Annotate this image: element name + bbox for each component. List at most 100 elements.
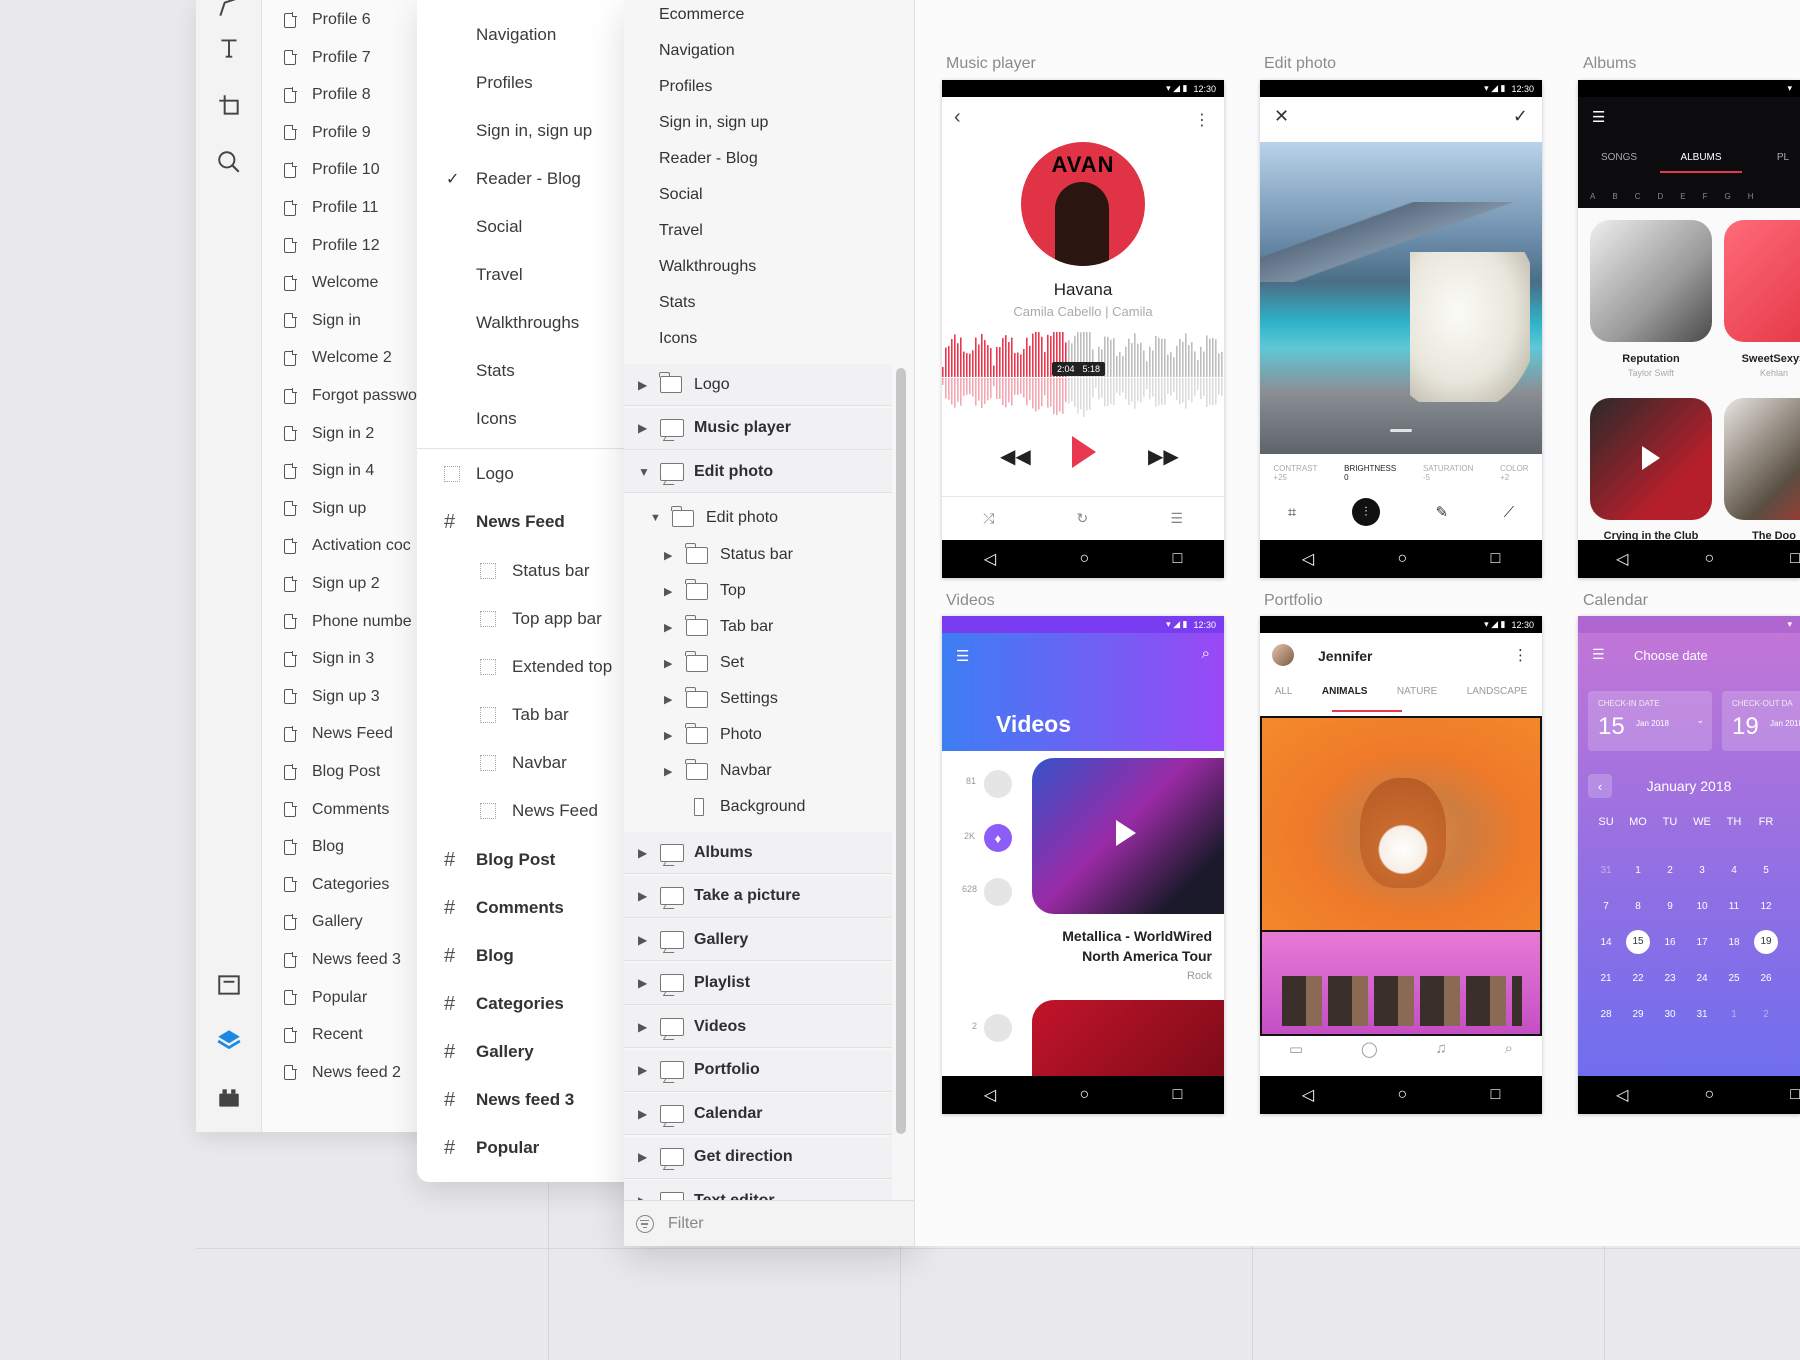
- page-list-item[interactable]: Activation coc: [284, 531, 411, 561]
- layer-group[interactable]: ▼ Edit photo: [624, 451, 892, 493]
- expand-icon[interactable]: ▶: [664, 585, 686, 598]
- adjust-tab[interactable]: BRIGHTNESS 0: [1344, 464, 1396, 482]
- calendar-day[interactable]: 9: [1654, 901, 1686, 912]
- artboard-item[interactable]: # Popular: [444, 1130, 539, 1166]
- nav-back-icon[interactable]: ◁: [1302, 549, 1314, 569]
- expand-icon[interactable]: ▶: [664, 693, 686, 706]
- letter-index-item[interactable]: F: [1703, 192, 1708, 201]
- calendar-day[interactable]: 18: [1718, 937, 1750, 948]
- layer-child[interactable]: ▶ Status bar: [664, 537, 793, 573]
- artboard-child-layer[interactable]: Top app bar: [480, 601, 602, 637]
- artboard-item[interactable]: # Categories: [444, 986, 564, 1022]
- calendar-day[interactable]: 1: [1718, 1009, 1750, 1020]
- album-tab[interactable]: SONGS: [1578, 152, 1660, 173]
- artboard-item[interactable]: # Comments: [444, 890, 564, 926]
- shuffle-icon[interactable]: ⤮: [983, 510, 994, 527]
- search-icon[interactable]: ⌕: [1505, 1040, 1513, 1058]
- layer-group[interactable]: ▶ Albums: [624, 832, 892, 874]
- nav-back-icon[interactable]: ◁: [1302, 1085, 1314, 1105]
- layer-child[interactable]: Background: [664, 789, 805, 825]
- nav-home-icon[interactable]: ○: [1704, 550, 1714, 568]
- layer-group[interactable]: ▶ Music player: [624, 407, 892, 450]
- nav-home-icon[interactable]: ○: [1704, 1086, 1714, 1104]
- artboard-portfolio[interactable]: ▾ ◢ ▮ 12:30 Jennifer ⋮ ALL ANIMALS NATURE LA…: [1260, 616, 1542, 1114]
- rewind-icon[interactable]: ◀◀: [1000, 444, 1031, 469]
- expand-icon[interactable]: ▶: [664, 657, 686, 670]
- calendar-day[interactable]: 16: [1654, 937, 1686, 948]
- portfolio-tab[interactable]: ANIMALS: [1322, 686, 1368, 697]
- page-list-item[interactable]: Forgot passwo: [284, 381, 417, 411]
- artboard-tool-icon[interactable]: [214, 90, 244, 120]
- album-tab[interactable]: PL: [1742, 152, 1800, 173]
- page-list-item[interactable]: Phone numbe: [284, 607, 412, 637]
- category-item[interactable]: Icons: [476, 401, 517, 437]
- artboard-item[interactable]: # Gallery: [444, 1034, 534, 1070]
- like-icon[interactable]: ♦: [984, 824, 1012, 852]
- expand-icon[interactable]: ▶: [638, 889, 650, 903]
- page-list-item[interactable]: Blog: [284, 832, 344, 862]
- artboard-label-edit[interactable]: Edit photo: [1264, 55, 1336, 73]
- assets-panel-icon[interactable]: [214, 970, 244, 1000]
- calendar-day[interactable]: 23: [1654, 973, 1686, 984]
- calendar-day[interactable]: 11: [1718, 901, 1750, 912]
- page-list-item[interactable]: Profile 12: [284, 231, 380, 261]
- page-item[interactable]: Sign in, sign up: [659, 108, 768, 138]
- layer-group[interactable]: ▶ Calendar: [624, 1093, 892, 1135]
- collapse-icon[interactable]: ▼: [638, 465, 650, 479]
- calendar-day[interactable]: 31: [1590, 865, 1622, 876]
- layer-child[interactable]: ▶ Settings: [664, 681, 778, 717]
- adjust-tab[interactable]: CONTRAST +25: [1273, 464, 1317, 482]
- calendar-day[interactable]: 25: [1718, 973, 1750, 984]
- calendar-day[interactable]: 22: [1622, 973, 1654, 984]
- layer-child[interactable]: ▶ Navbar: [664, 753, 772, 789]
- nav-back-icon[interactable]: ◁: [984, 549, 996, 569]
- album-art-sweetsexy[interactable]: [1724, 220, 1800, 342]
- page-list-item[interactable]: Comments: [284, 795, 389, 825]
- letter-index-item[interactable]: A: [1590, 192, 1595, 201]
- checkout-card[interactable]: CHECK-OUT DA 19 Jan 2018: [1722, 691, 1800, 751]
- calendar-day[interactable]: 4: [1718, 865, 1750, 876]
- artboard-item[interactable]: # News feed 3: [444, 1082, 574, 1118]
- expand-icon[interactable]: ▶: [638, 933, 650, 947]
- page-item[interactable]: Travel: [659, 216, 703, 246]
- category-item[interactable]: Profiles: [476, 65, 533, 101]
- page-list-item[interactable]: Profile 10: [284, 155, 380, 185]
- calendar-day[interactable]: 14: [1590, 937, 1622, 948]
- category-item[interactable]: Navigation: [476, 17, 556, 53]
- nav-recent-icon[interactable]: □: [1491, 550, 1501, 568]
- nav-back-icon[interactable]: ◁: [1616, 549, 1628, 569]
- page-list-item[interactable]: Profile 11: [284, 193, 378, 223]
- photo-dogs[interactable]: [1260, 932, 1542, 1036]
- nav-home-icon[interactable]: ○: [1079, 550, 1089, 568]
- artboard-label-music[interactable]: Music player: [946, 55, 1036, 73]
- expand-icon[interactable]: ▶: [638, 378, 650, 392]
- artboard-label-portfolio[interactable]: Portfolio: [1264, 592, 1323, 610]
- layers-icon[interactable]: [214, 1025, 244, 1055]
- page-list-item[interactable]: Welcome: [284, 268, 378, 298]
- calendar-day[interactable]: 19: [1750, 930, 1782, 954]
- artboard-child-layer[interactable]: Status bar: [480, 553, 590, 589]
- play-icon[interactable]: [1072, 436, 1096, 468]
- comment-icon[interactable]: [984, 1014, 1012, 1042]
- video-thumbnail[interactable]: [1032, 758, 1224, 914]
- portfolio-tab[interactable]: NATURE: [1397, 686, 1437, 697]
- layers-scrollbar[interactable]: [896, 368, 906, 1134]
- nav-home-icon[interactable]: ○: [1079, 1086, 1089, 1104]
- artboard-albums[interactable]: ▾ ☰ SONGS ALBUMS PL A B C D E F G H Reputation Ta…: [1578, 80, 1800, 578]
- video-thumbnail[interactable]: [1032, 1000, 1224, 1080]
- nav-recent-icon[interactable]: □: [1790, 550, 1800, 568]
- category-item[interactable]: Stats: [476, 353, 515, 389]
- page-list-item[interactable]: Sign in: [284, 306, 361, 336]
- menu-icon[interactable]: ☰: [1592, 646, 1605, 663]
- expand-icon[interactable]: ▶: [638, 1150, 650, 1164]
- pen-icon[interactable]: [214, 0, 244, 22]
- nav-recent-icon[interactable]: □: [1173, 1086, 1183, 1104]
- nav-home-icon[interactable]: ○: [1397, 550, 1407, 568]
- expand-icon[interactable]: ▶: [638, 976, 650, 990]
- text-tool-icon[interactable]: [214, 33, 244, 63]
- expand-icon[interactable]: ▶: [638, 846, 650, 860]
- menu-icon[interactable]: ☰: [1592, 108, 1605, 126]
- album-tab[interactable]: ALBUMS: [1660, 152, 1742, 173]
- layer-child[interactable]: ▶ Photo: [664, 717, 762, 753]
- calendar-day[interactable]: 31: [1686, 1009, 1718, 1020]
